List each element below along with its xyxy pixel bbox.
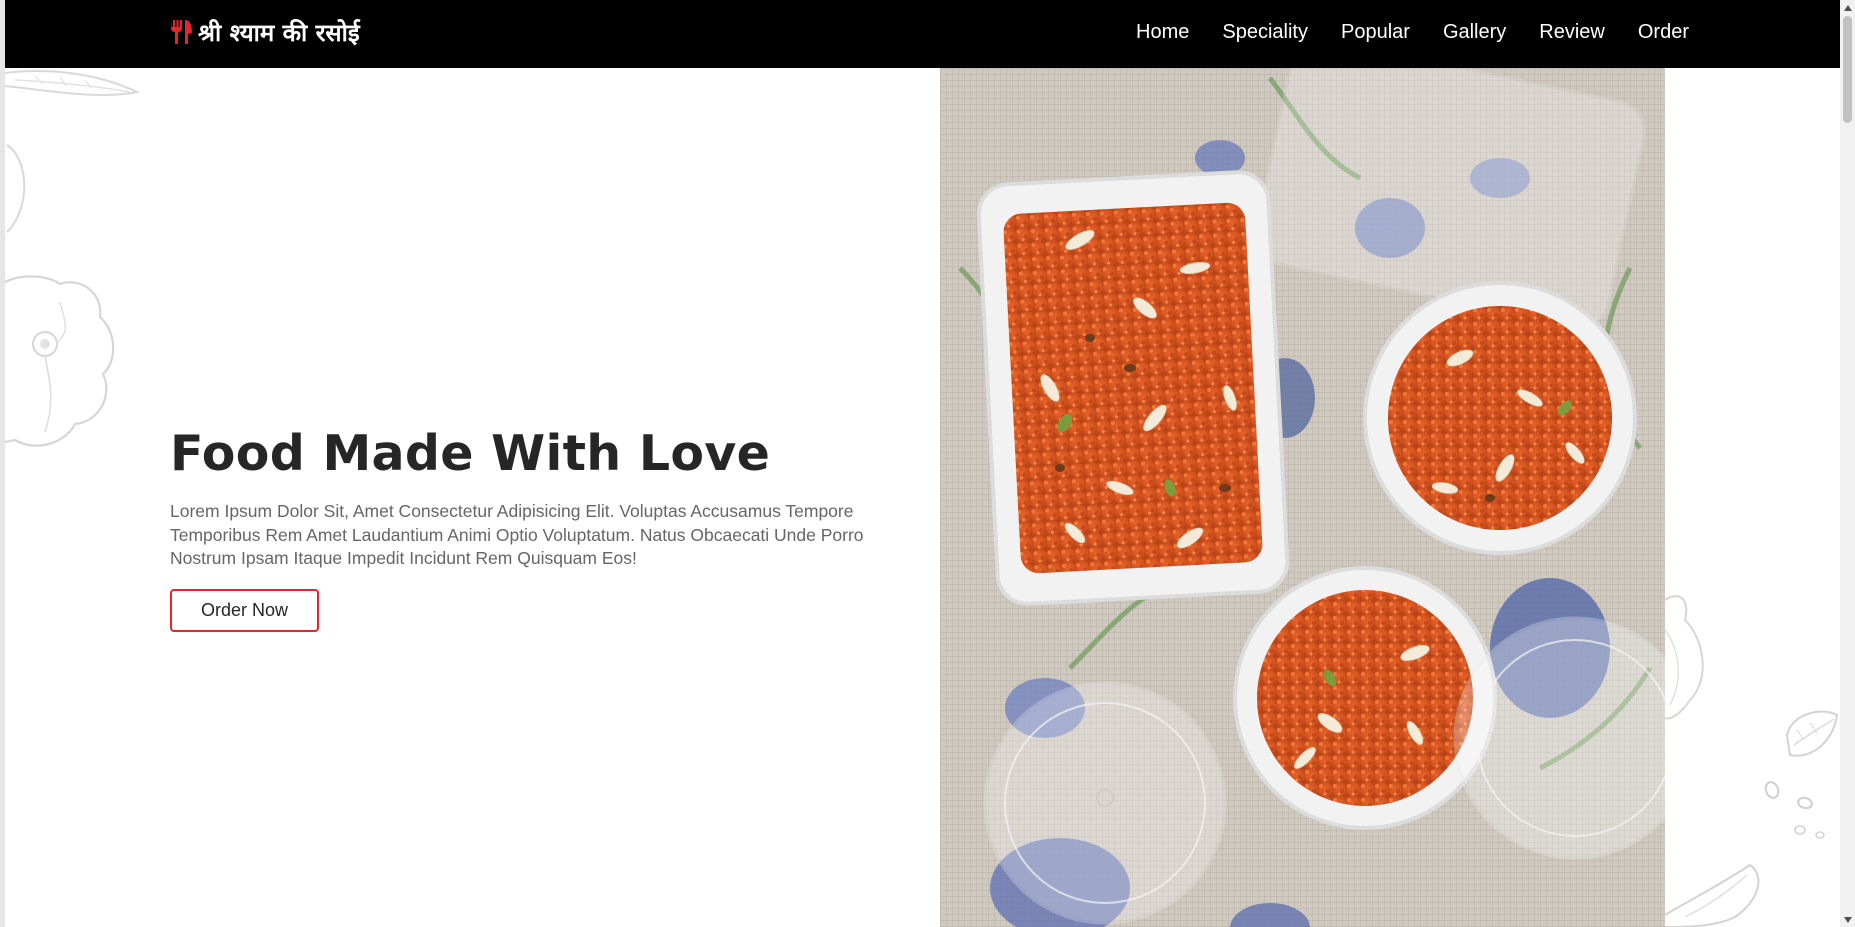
scroll-down-arrow-icon[interactable]	[1840, 912, 1855, 927]
nav-link-review[interactable]: Review	[1539, 21, 1605, 44]
leaf-doodle-icon	[6, 144, 26, 233]
brand-logo[interactable]: श्री श्याम की रसोई	[170, 12, 360, 52]
nav-link-gallery[interactable]: Gallery	[1443, 21, 1506, 44]
flower-doodle-icon	[5, 275, 115, 447]
brand-name: श्री श्याम की रसोई	[198, 18, 360, 47]
seeds-doodle-icon	[1764, 781, 1825, 839]
nav-link-home[interactable]: Home	[1136, 21, 1189, 44]
utensils-icon	[170, 19, 194, 45]
vertical-scrollbar[interactable]	[1840, 0, 1855, 927]
chili-doodle-icon	[1665, 863, 1760, 927]
scroll-up-arrow-icon[interactable]	[1840, 0, 1855, 15]
nav-link-speciality[interactable]: Speciality	[1222, 21, 1308, 44]
leaf-doodle-icon	[5, 70, 141, 96]
top-navbar: श्री श्याम की रसोई Home Speciality Popul…	[5, 0, 1840, 68]
nav-link-order[interactable]: Order	[1638, 21, 1689, 44]
order-now-button[interactable]: Order Now	[170, 589, 319, 632]
nav-menu: Home Speciality Popular Gallery Review O…	[1136, 0, 1689, 64]
nav-link-popular[interactable]: Popular	[1341, 21, 1410, 44]
hero-description: Lorem Ipsum Dolor Sit, Amet Consectetur …	[170, 501, 864, 568]
garlic-doodle-icon	[1665, 595, 1704, 720]
hero-title: Food Made With Love	[170, 425, 771, 482]
nut-doodle-icon	[1785, 710, 1839, 757]
scrollbar-thumb[interactable]	[1843, 16, 1852, 123]
hero-food-image	[940, 68, 1665, 927]
